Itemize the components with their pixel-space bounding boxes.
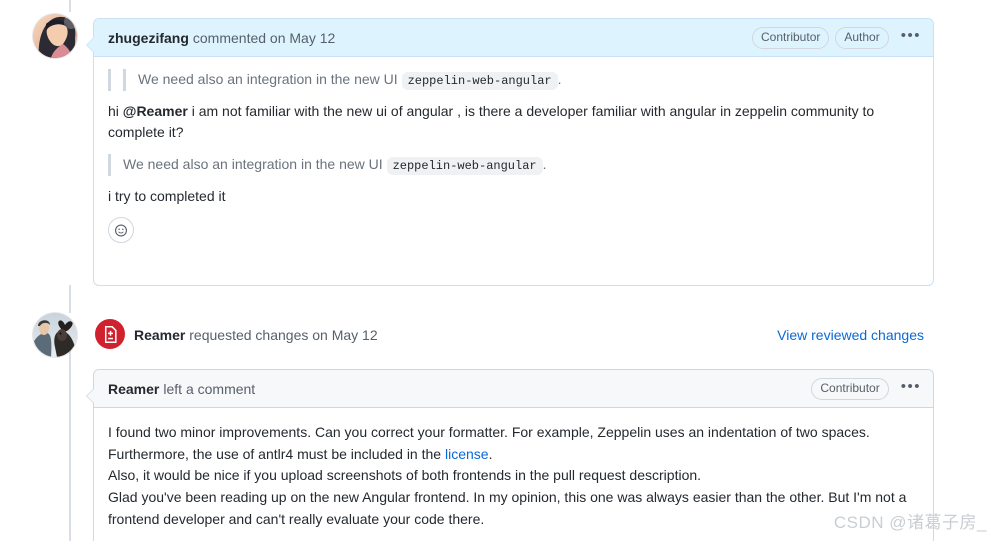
badge-contributor: Contributor xyxy=(752,26,830,49)
github-pr-conversation: zhugezifang commented on May 12 Contribu… xyxy=(0,0,999,541)
review-event-text: Reamer requested changes on May 12 xyxy=(134,327,378,343)
review-card-arrow-inner xyxy=(87,388,95,404)
review-comment-author[interactable]: Reamer xyxy=(108,381,159,397)
comment-body: We need also an integration in the new U… xyxy=(94,57,933,255)
review-comment-options-button[interactable]: ••• xyxy=(899,377,923,400)
comment-header: zhugezifang commented on May 12 Contribu… xyxy=(94,19,933,57)
avatar-zhugezifang[interactable] xyxy=(33,14,77,58)
quote2-text-suffix: . xyxy=(542,156,547,173)
view-reviewed-changes-link[interactable]: View reviewed changes xyxy=(777,327,924,343)
closing-paragraph: i try to completed it xyxy=(108,187,226,204)
badge-author: Author xyxy=(835,26,889,49)
review-line-4: Glad you've been reading up on the new A… xyxy=(108,489,907,527)
diff-file-icon xyxy=(104,325,117,343)
inline-code-zeppelin-web-angular-2: zeppelin-web-angular xyxy=(386,157,543,176)
timeline-connector-middle xyxy=(69,285,71,313)
comment-card-zhugezifang: zhugezifang commented on May 12 Contribu… xyxy=(86,18,934,286)
review-comment-body: I found two minor improvements. Can you … xyxy=(94,408,933,540)
review-comment-header: Reamer left a comment Contributor ••• xyxy=(94,370,933,408)
comment-timestamp: commented on May 12 xyxy=(192,29,336,46)
avatar-reamer[interactable] xyxy=(33,313,77,357)
review-line-2-suffix: . xyxy=(488,445,493,462)
blockquote-inner: We need also an integration in the new U… xyxy=(123,69,919,91)
review-event-meta: requested changes on May 12 xyxy=(185,327,378,343)
timeline-connector-top xyxy=(69,0,71,12)
review-line-2: Furthermore, the use of antlr4 must be i… xyxy=(108,444,919,466)
reply-body: i am not familiar with the new ui of ang… xyxy=(108,102,875,141)
review-comment-card: Reamer left a comment Contributor ••• I … xyxy=(86,369,934,541)
inline-code-zeppelin-web-angular: zeppelin-web-angular xyxy=(401,72,558,90)
blockquote-second: We need also an integration in the new U… xyxy=(108,154,919,176)
add-reaction-button[interactable] xyxy=(108,217,134,244)
review-status-icon-wrapper xyxy=(95,319,125,349)
card-arrow-inner xyxy=(87,37,95,53)
quote-text-prefix: We need also an integration in the new U… xyxy=(138,71,398,87)
user-mention-reamer[interactable]: @Reamer xyxy=(123,103,188,119)
review-line-3: Also, it would be nice if you upload scr… xyxy=(108,467,702,484)
quote2-text-prefix: We need also an integration in the new U… xyxy=(123,156,383,173)
smiley-icon xyxy=(115,224,127,237)
review-line-1: I found two minor improvements. Can you … xyxy=(108,424,870,440)
review-comment-meta: left a comment xyxy=(163,380,256,397)
csdn-watermark: CSDN @诸葛子房_ xyxy=(833,513,987,532)
blockquote-outer: We need also an integration in the new U… xyxy=(108,69,919,91)
timeline-connector-bottom xyxy=(69,350,71,541)
reply-paragraph: hi @Reamer i am not familiar with the ne… xyxy=(108,101,919,144)
comment-author[interactable]: zhugezifang xyxy=(108,30,189,46)
quote-text-suffix: . xyxy=(557,71,562,87)
reply-prefix: hi xyxy=(108,102,123,119)
review-badge-contributor: Contributor xyxy=(811,377,889,400)
review-line-2-prefix: Furthermore, the use of antlr4 must be i… xyxy=(108,445,445,462)
review-event-author[interactable]: Reamer xyxy=(134,327,185,343)
avatar-image-reamer xyxy=(33,313,77,357)
comment-options-button[interactable]: ••• xyxy=(899,26,923,49)
license-link[interactable]: license xyxy=(445,446,489,462)
avatar-image xyxy=(33,14,77,58)
